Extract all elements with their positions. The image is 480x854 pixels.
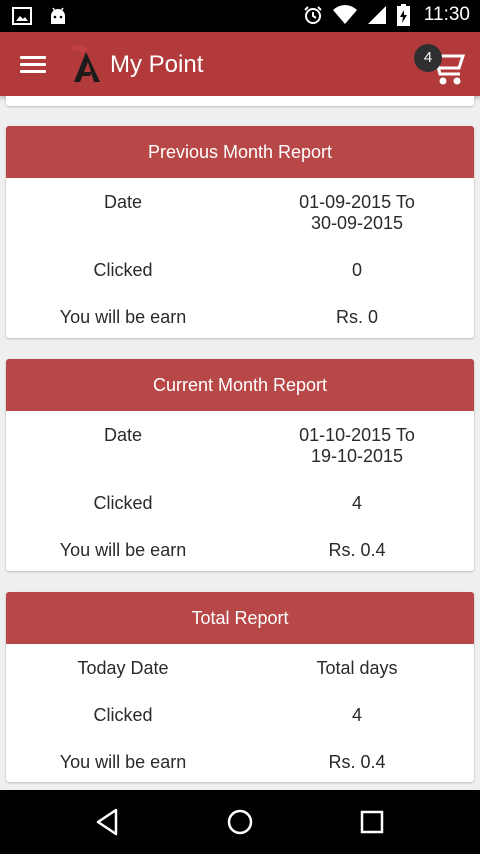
date-range-start: 01-10-2015 To xyxy=(299,425,415,445)
card-title: Previous Month Report xyxy=(6,126,474,178)
date-range-end: 19-10-2015 xyxy=(310,446,404,466)
card-title: Total Report xyxy=(6,592,474,644)
back-icon xyxy=(96,808,118,836)
earn-label: You will be earn xyxy=(59,540,187,560)
clicked-value: 0 xyxy=(351,260,362,280)
report-list[interactable]: Previous Month Report Date 01-09-2015 To… xyxy=(0,96,480,790)
earn-label: You will be earn xyxy=(59,752,187,772)
earn-value: Rs. 0.4 xyxy=(328,540,386,560)
signal-icon xyxy=(367,6,386,24)
back-button[interactable] xyxy=(88,806,128,838)
app-title: My Point xyxy=(110,51,204,78)
earn-value: Rs. 0 xyxy=(335,307,378,327)
menu-button[interactable] xyxy=(14,50,54,80)
report-rows: Today Date Total days Clicked 4 You will… xyxy=(6,644,474,782)
clicked-label: Clicked xyxy=(93,260,153,280)
date-range-end: 30-09-2015 xyxy=(310,213,404,233)
battery-icon xyxy=(396,4,410,26)
home-button[interactable] xyxy=(220,806,260,838)
navigation-bar xyxy=(0,790,480,854)
app-logo xyxy=(70,45,100,82)
cart-button[interactable]: 4 xyxy=(414,40,466,90)
date-label: Date xyxy=(103,192,143,212)
today-date-label: Today Date xyxy=(77,658,169,678)
status-bar: 11:30 xyxy=(0,0,480,32)
report-rows: Date 01-09-2015 To 30-09-2015 Clicked 0 … xyxy=(6,178,474,338)
date-label: Date xyxy=(103,425,143,445)
clicked-value: 4 xyxy=(351,705,362,725)
image-icon xyxy=(12,7,32,25)
status-time: 11:30 xyxy=(423,4,470,25)
total-days-label: Total days xyxy=(316,658,398,678)
alarm-icon xyxy=(304,6,322,24)
wifi-icon xyxy=(332,5,357,25)
clicked-label: Clicked xyxy=(93,705,153,725)
cart-count-badge: 4 xyxy=(414,44,442,72)
earn-value: Rs. 0.4 xyxy=(328,752,386,772)
clicked-value: 4 xyxy=(351,493,362,513)
recents-icon xyxy=(360,810,384,834)
current-month-report-card: Current Month Report Date 01-10-2015 To … xyxy=(6,359,474,571)
previous-month-report-card: Previous Month Report Date 01-09-2015 To… xyxy=(6,126,474,338)
clicked-label: Clicked xyxy=(93,493,153,513)
earn-label: You will be earn xyxy=(59,307,187,327)
android-icon xyxy=(51,7,65,24)
home-icon xyxy=(227,809,253,835)
card-title: Current Month Report xyxy=(6,359,474,411)
report-rows: Date 01-10-2015 To 19-10-2015 Clicked 4 … xyxy=(6,411,474,571)
recents-button[interactable] xyxy=(352,806,392,838)
card-stub xyxy=(6,96,474,106)
total-report-card: Total Report Today Date Total days Click… xyxy=(6,592,474,782)
app-bar: My Point 4 xyxy=(0,32,480,96)
date-range-start: 01-09-2015 To xyxy=(299,192,415,212)
